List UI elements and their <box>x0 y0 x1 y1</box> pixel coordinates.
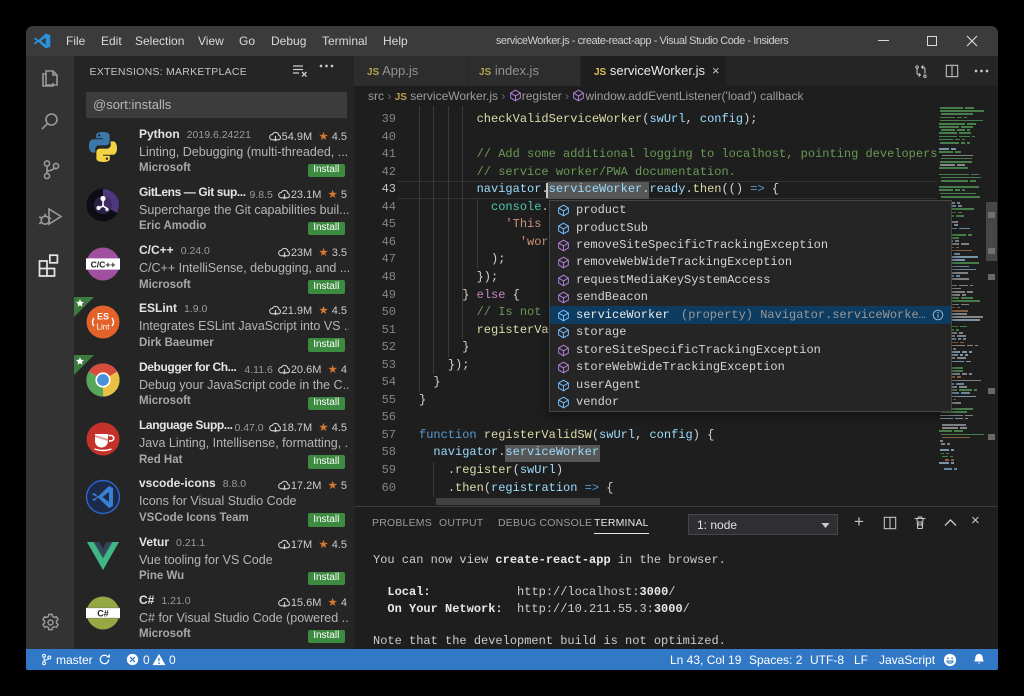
svg-text:Lint: Lint <box>97 322 111 331</box>
svg-text:C/C++: C/C++ <box>91 259 116 269</box>
svg-text:ES: ES <box>97 311 109 321</box>
svg-text:C#: C# <box>97 609 109 619</box>
